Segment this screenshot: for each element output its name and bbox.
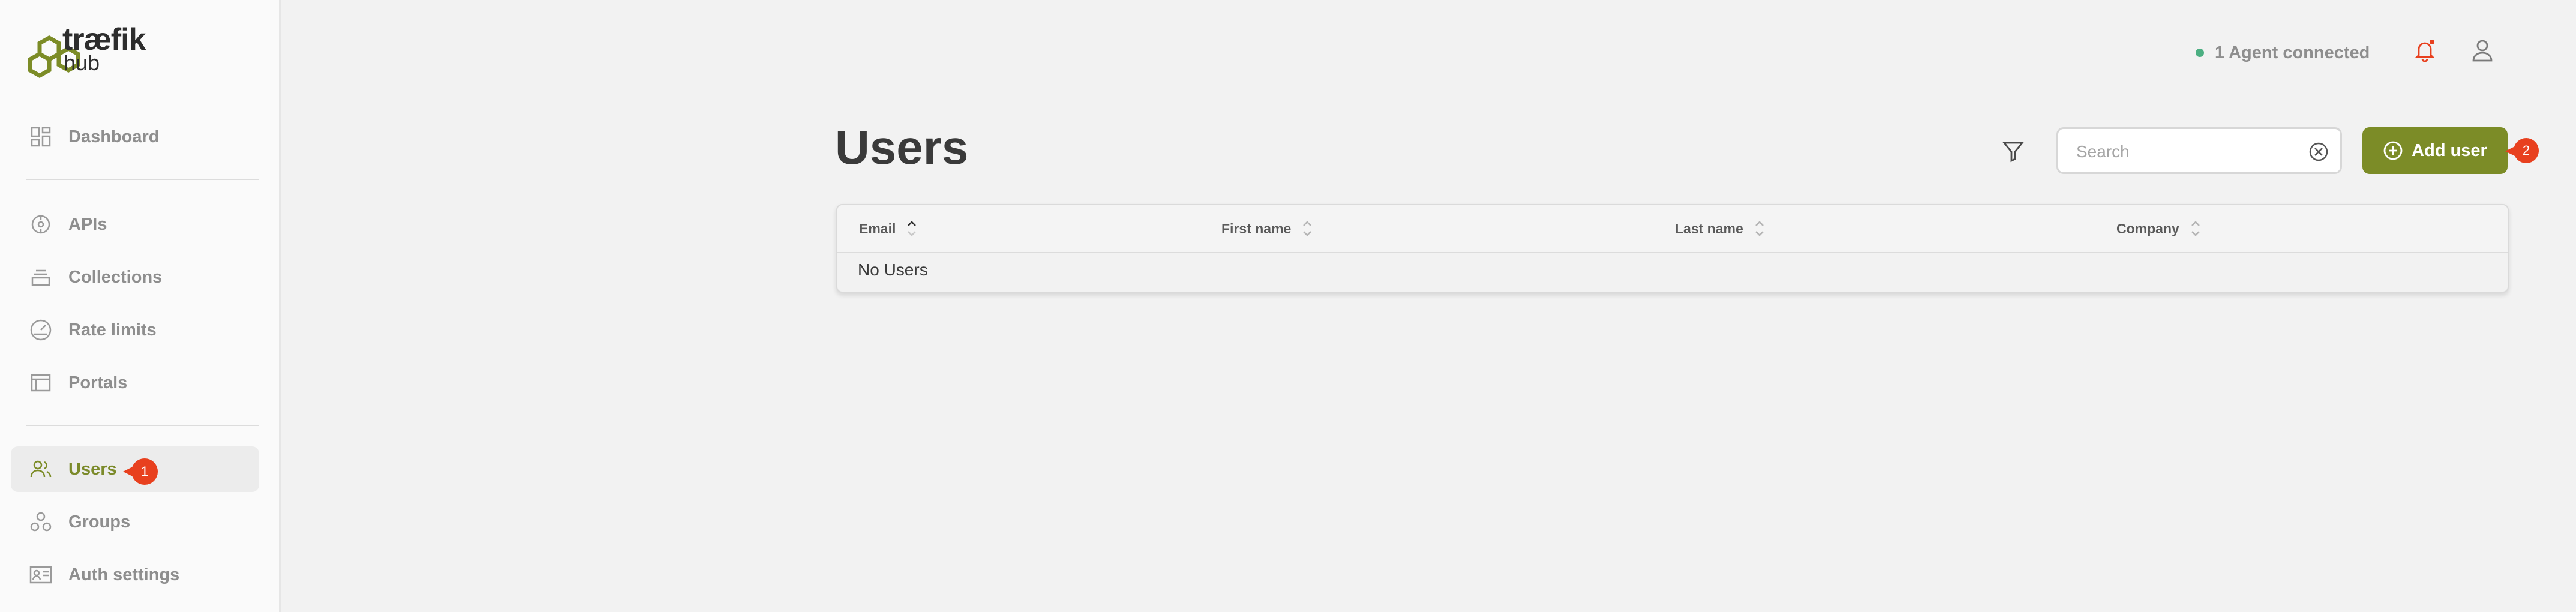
sidebar-item-label: Auth settings (68, 565, 180, 584)
sidebar-item-auth-settings[interactable]: Auth settings (11, 552, 259, 598)
dashboard-icon (29, 125, 53, 149)
sidebar-item-rate-limits[interactable]: Rate limits (11, 307, 259, 353)
search-input[interactable] (2075, 140, 2305, 164)
column-header-first-name[interactable]: First name (1221, 220, 1313, 238)
add-user-label: Add user (2412, 140, 2487, 160)
sort-icon (1755, 221, 1764, 236)
add-user-button[interactable]: Add user (2362, 127, 2508, 174)
agent-status: 1 Agent connected (2196, 42, 2370, 64)
table-header: Email First name Last name Company (837, 205, 2508, 253)
sidebar-item-apis[interactable]: APIs (11, 202, 259, 247)
sidebar-item-label: Rate limits (68, 320, 157, 340)
users-table: Email First name Last name Company No Us… (836, 204, 2509, 293)
sidebar-divider (26, 179, 259, 180)
groups-icon (29, 510, 53, 534)
sidebar-item-portals[interactable]: Portals (11, 360, 259, 406)
sidebar-item-label: APIs (68, 214, 107, 234)
plus-circle-icon (2383, 141, 2403, 160)
collections-icon (29, 265, 53, 289)
sidebar-item-label: Portals (68, 373, 128, 392)
column-header-company[interactable]: Company (2116, 220, 2201, 238)
portal-icon (29, 371, 53, 395)
gauge-icon (29, 318, 53, 342)
sidebar: træfik hub Dashboard APIs Collections Ra… (0, 0, 281, 612)
api-icon (29, 212, 53, 236)
sidebar-item-label: Dashboard (68, 127, 160, 146)
sidebar-item-dashboard[interactable]: Dashboard (11, 114, 259, 160)
column-header-last-name[interactable]: Last name (1675, 220, 1765, 238)
clear-search-icon[interactable] (2308, 141, 2329, 163)
page-title: Users (835, 121, 969, 174)
sidebar-item-label: Groups (68, 512, 131, 532)
sort-icon (2191, 221, 2200, 236)
sort-icon (1303, 221, 1312, 236)
user-icon (2472, 40, 2493, 62)
column-header-email[interactable]: Email (859, 220, 917, 238)
sidebar-item-collections[interactable]: Collections (11, 254, 259, 300)
user-menu-button[interactable] (2469, 37, 2496, 64)
status-dot (2196, 49, 2204, 57)
step-badge-1: 1 (123, 458, 158, 485)
search-box[interactable] (2056, 127, 2342, 174)
filter-icon (2002, 142, 2024, 163)
sidebar-item-label: Users (68, 459, 117, 479)
bell-icon (2415, 40, 2435, 62)
filter-button[interactable] (1999, 137, 2028, 166)
notifications-button[interactable] (2412, 37, 2438, 64)
step-badge-2: 2 (2505, 138, 2539, 163)
sidebar-item-label: Collections (68, 267, 163, 287)
sidebar-divider (26, 425, 259, 426)
logo-subword: hub (64, 50, 100, 75)
users-icon (29, 457, 53, 481)
sidebar-item-groups[interactable]: Groups (11, 499, 259, 545)
id-card-icon (29, 563, 53, 587)
sort-ascending-icon (908, 221, 917, 236)
empty-state-text: No Users (858, 260, 928, 279)
agent-status-text: 1 Agent connected (2215, 43, 2370, 62)
